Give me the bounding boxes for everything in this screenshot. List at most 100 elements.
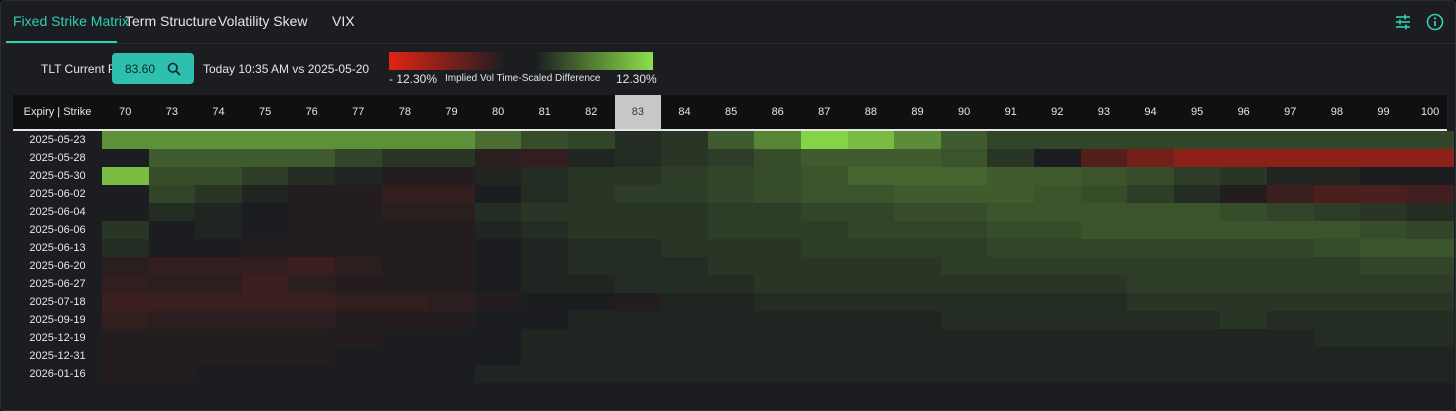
heatmap-cell[interactable]	[754, 293, 802, 311]
heatmap-cell[interactable]	[1127, 347, 1175, 365]
heatmap-cell[interactable]	[288, 365, 336, 383]
heatmap-cell[interactable]	[428, 185, 476, 203]
heatmap-cell[interactable]	[1034, 221, 1082, 239]
heatmap-cell[interactable]	[847, 185, 895, 203]
heatmap-cell[interactable]	[801, 185, 849, 203]
heatmap-cell[interactable]	[1080, 275, 1128, 293]
heatmap-cell[interactable]	[148, 167, 196, 185]
heatmap-cell[interactable]	[1034, 257, 1082, 275]
heatmap-cell[interactable]	[987, 293, 1035, 311]
heatmap-cell[interactable]	[474, 131, 522, 149]
heatmap-cell[interactable]	[568, 149, 616, 167]
heatmap-cell[interactable]	[940, 203, 988, 221]
heatmap-cell[interactable]	[1267, 167, 1315, 185]
tab-vix[interactable]: VIX	[332, 13, 355, 29]
heatmap-cell[interactable]	[1313, 221, 1361, 239]
heatmap-cell[interactable]	[754, 275, 802, 293]
heatmap-cell[interactable]	[1313, 347, 1361, 365]
heatmap-cell[interactable]	[847, 329, 895, 347]
heatmap-cell[interactable]	[1127, 131, 1175, 149]
heatmap-cell[interactable]	[1313, 329, 1361, 347]
heatmap-cell[interactable]	[381, 275, 429, 293]
heatmap-cell[interactable]	[1360, 221, 1408, 239]
heatmap-cell[interactable]	[940, 311, 988, 329]
heatmap-cell[interactable]	[335, 365, 383, 383]
heatmap-cell[interactable]	[847, 131, 895, 149]
heatmap-cell[interactable]	[1034, 329, 1082, 347]
heatmap-cell[interactable]	[754, 185, 802, 203]
heatmap-cell[interactable]	[661, 167, 709, 185]
heatmap-cell[interactable]	[102, 221, 150, 239]
heatmap-cell[interactable]	[568, 365, 616, 383]
heatmap-cell[interactable]	[1360, 131, 1408, 149]
heatmap-cell[interactable]	[707, 329, 755, 347]
heatmap-cell[interactable]	[801, 257, 849, 275]
heatmap-cell[interactable]	[847, 347, 895, 365]
heatmap-cell[interactable]	[847, 149, 895, 167]
heatmap-cell[interactable]	[521, 293, 569, 311]
heatmap-cell[interactable]	[428, 311, 476, 329]
heatmap-cell[interactable]	[148, 131, 196, 149]
heatmap-cell[interactable]	[1220, 203, 1268, 221]
heatmap-cell[interactable]	[1080, 221, 1128, 239]
heatmap-cell[interactable]	[148, 239, 196, 257]
heatmap-cell[interactable]	[661, 365, 709, 383]
heatmap-cell[interactable]	[195, 131, 243, 149]
heatmap-cell[interactable]	[428, 203, 476, 221]
heatmap-cell[interactable]	[521, 329, 569, 347]
heatmap-cell[interactable]	[381, 167, 429, 185]
heatmap-cell[interactable]	[754, 149, 802, 167]
heatmap-cell[interactable]	[241, 221, 289, 239]
heatmap-cell[interactable]	[847, 257, 895, 275]
heatmap-cell[interactable]	[428, 149, 476, 167]
heatmap-cell[interactable]	[661, 275, 709, 293]
heatmap-cell[interactable]	[1034, 131, 1082, 149]
heatmap-cell[interactable]	[474, 365, 522, 383]
heatmap-cell[interactable]	[707, 257, 755, 275]
heatmap-cell[interactable]	[707, 311, 755, 329]
heatmap-cell[interactable]	[381, 203, 429, 221]
heatmap-cell[interactable]	[707, 167, 755, 185]
heatmap-cell[interactable]	[1080, 311, 1128, 329]
heatmap-cell[interactable]	[1034, 311, 1082, 329]
heatmap-cell[interactable]	[568, 257, 616, 275]
heatmap-cell[interactable]	[1406, 329, 1454, 347]
heatmap-cell[interactable]	[568, 293, 616, 311]
heatmap-cell[interactable]	[1406, 311, 1454, 329]
heatmap-cell[interactable]	[1406, 185, 1454, 203]
heatmap-cell[interactable]	[381, 329, 429, 347]
heatmap-cell[interactable]	[1267, 203, 1315, 221]
heatmap-cell[interactable]	[940, 131, 988, 149]
heatmap-cell[interactable]	[102, 347, 150, 365]
heatmap-cell[interactable]	[1034, 167, 1082, 185]
heatmap-cell[interactable]	[614, 347, 662, 365]
heatmap-cell[interactable]	[381, 347, 429, 365]
heatmap-cell[interactable]	[847, 311, 895, 329]
heatmap-cell[interactable]	[1173, 221, 1221, 239]
heatmap-cell[interactable]	[195, 203, 243, 221]
heatmap-cell[interactable]	[1313, 185, 1361, 203]
sliders-icon[interactable]	[1393, 12, 1413, 32]
heatmap-cell[interactable]	[474, 185, 522, 203]
heatmap-cell[interactable]	[288, 311, 336, 329]
heatmap-cell[interactable]	[381, 311, 429, 329]
heatmap-cell[interactable]	[428, 347, 476, 365]
heatmap-cell[interactable]	[1406, 275, 1454, 293]
heatmap-cell[interactable]	[428, 221, 476, 239]
heatmap-cell[interactable]	[801, 311, 849, 329]
heatmap-cell[interactable]	[1406, 131, 1454, 149]
heatmap-cell[interactable]	[195, 221, 243, 239]
heatmap-cell[interactable]	[940, 329, 988, 347]
heatmap-cell[interactable]	[801, 293, 849, 311]
heatmap-cell[interactable]	[801, 275, 849, 293]
heatmap-cell[interactable]	[335, 347, 383, 365]
heatmap-cell[interactable]	[428, 293, 476, 311]
heatmap-cell[interactable]	[195, 311, 243, 329]
heatmap-cell[interactable]	[335, 275, 383, 293]
heatmap-cell[interactable]	[614, 257, 662, 275]
heatmap-cell[interactable]	[1127, 149, 1175, 167]
heatmap-cell[interactable]	[102, 257, 150, 275]
heatmap-cell[interactable]	[474, 293, 522, 311]
heatmap-cell[interactable]	[894, 365, 942, 383]
heatmap-cell[interactable]	[1313, 311, 1361, 329]
